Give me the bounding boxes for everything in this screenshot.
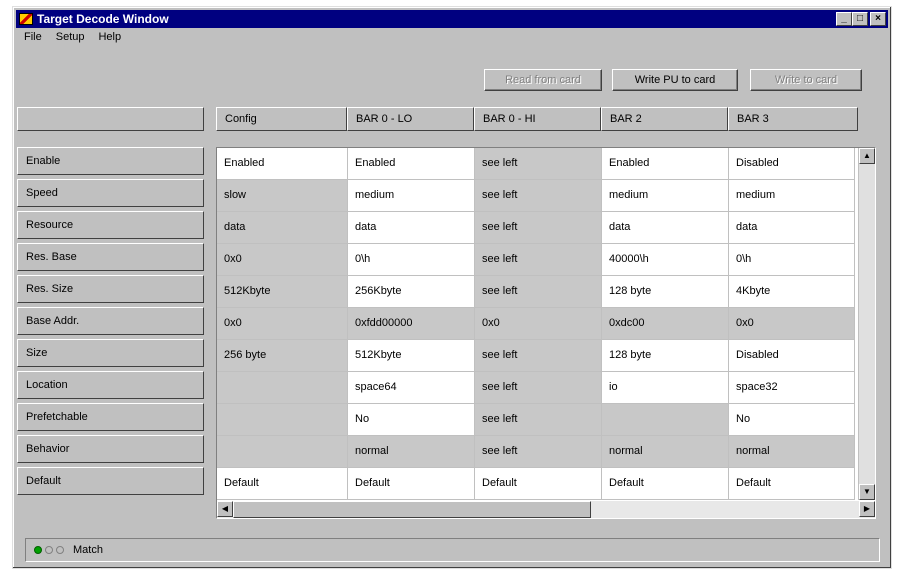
menu-bar: File Setup Help (16, 31, 123, 49)
scroll-left-arrow-icon[interactable]: ◀ (217, 501, 233, 517)
table-cell[interactable]: Default (602, 468, 729, 500)
table-cell[interactable]: 0xdc00 (602, 308, 729, 340)
table-cell[interactable] (217, 436, 348, 468)
table-cell[interactable]: normal (602, 436, 729, 468)
row-header: Behavior (17, 435, 204, 463)
close-button[interactable]: × (870, 12, 886, 26)
table-cell[interactable]: 0xfdd00000 (348, 308, 475, 340)
decode-table: Enabled Enabled see left Enabled Disabled slo… (216, 147, 876, 519)
table-cell[interactable]: Default (729, 468, 855, 500)
table-cell[interactable]: see left (475, 276, 602, 308)
table-cell[interactable]: space64 (348, 372, 475, 404)
table-cell[interactable]: normal (348, 436, 475, 468)
table-cell[interactable]: Default (348, 468, 475, 500)
table-cell[interactable]: 512Kbyte (217, 276, 348, 308)
table-cell[interactable]: 128 byte (602, 276, 729, 308)
scroll-right-arrow-icon[interactable]: ▶ (859, 501, 875, 517)
status-led-icon (56, 546, 64, 554)
table-cell[interactable]: see left (475, 148, 602, 180)
table-cell[interactable]: data (348, 212, 475, 244)
table-cell[interactable] (217, 404, 348, 436)
row-header: Size (17, 339, 204, 367)
table-cell[interactable]: medium (348, 180, 475, 212)
table-cell[interactable]: 512Kbyte (348, 340, 475, 372)
status-bar: Match (25, 538, 880, 562)
row-header: Resource (17, 211, 204, 239)
table-cell[interactable]: medium (602, 180, 729, 212)
table-cell[interactable]: 0x0 (217, 244, 348, 276)
row-header: Speed (17, 179, 204, 207)
table-cell[interactable]: 0x0 (217, 308, 348, 340)
corner-header (17, 107, 204, 131)
table-cell[interactable]: data (729, 212, 855, 244)
read-from-card-button[interactable]: Read from card (484, 69, 602, 91)
table-cell[interactable]: Default (475, 468, 602, 500)
table-cell[interactable]: see left (475, 436, 602, 468)
menu-file[interactable]: File (22, 31, 44, 49)
table-cell[interactable]: medium (729, 180, 855, 212)
row-header: Default (17, 467, 204, 495)
row-header: Res. Base (17, 243, 204, 271)
row-header: Location (17, 371, 204, 399)
table-cell[interactable]: 0x0 (475, 308, 602, 340)
table-cell[interactable]: see left (475, 340, 602, 372)
table-cell[interactable]: data (602, 212, 729, 244)
window-title: Target Decode Window (37, 12, 169, 26)
table-cell[interactable]: normal (729, 436, 855, 468)
column-header[interactable]: BAR 3 (728, 107, 858, 131)
table-cell[interactable]: see left (475, 180, 602, 212)
column-header[interactable]: BAR 2 (601, 107, 728, 131)
table-cell[interactable]: No (348, 404, 475, 436)
table-cell[interactable]: Enabled (602, 148, 729, 180)
column-header[interactable]: Config (216, 107, 347, 131)
table-cell[interactable]: see left (475, 404, 602, 436)
write-to-card-button[interactable]: Write to card (750, 69, 862, 91)
row-header: Res. Size (17, 275, 204, 303)
table-cell[interactable]: 0\h (348, 244, 475, 276)
table-cell[interactable]: 256 byte (217, 340, 348, 372)
horizontal-scrollbar[interactable]: ◀ ▶ (217, 501, 875, 518)
table-cell[interactable]: Enabled (348, 148, 475, 180)
scroll-down-arrow-icon[interactable]: ▼ (859, 484, 875, 500)
row-header: Base Addr. (17, 307, 204, 335)
app-icon (19, 13, 33, 25)
menu-help[interactable]: Help (96, 31, 123, 49)
status-led-green-icon (34, 546, 42, 554)
table-cell[interactable]: 4Kbyte (729, 276, 855, 308)
table-cell[interactable]: 128 byte (602, 340, 729, 372)
scroll-up-arrow-icon[interactable]: ▲ (859, 148, 875, 164)
table-cell[interactable] (602, 404, 729, 436)
title-bar: Target Decode Window _ □ × (16, 10, 888, 28)
table-cell[interactable]: Disabled (729, 148, 855, 180)
table-cell[interactable]: 0\h (729, 244, 855, 276)
table-cell[interactable]: see left (475, 244, 602, 276)
row-header: Enable (17, 147, 204, 175)
vertical-scrollbar[interactable]: ▲ ▼ (858, 148, 875, 500)
table-cell[interactable]: slow (217, 180, 348, 212)
column-header[interactable]: BAR 0 - LO (347, 107, 474, 131)
table-cell[interactable]: io (602, 372, 729, 404)
table-cell[interactable]: Default (217, 468, 348, 500)
table-cell[interactable]: 256Kbyte (348, 276, 475, 308)
table-cell[interactable]: Enabled (217, 148, 348, 180)
status-led-icon (45, 546, 53, 554)
write-pu-to-card-button[interactable]: Write PU to card (612, 69, 738, 91)
table-cell[interactable] (217, 372, 348, 404)
column-header[interactable]: BAR 0 - HI (474, 107, 601, 131)
maximize-button[interactable]: □ (852, 12, 868, 26)
table-cell[interactable]: data (217, 212, 348, 244)
table-cell[interactable]: 0x0 (729, 308, 855, 340)
minimize-button[interactable]: _ (836, 12, 852, 26)
target-decode-window: Target Decode Window _ □ × File Setup He… (12, 6, 892, 569)
table-cell[interactable]: see left (475, 212, 602, 244)
row-header: Prefetchable (17, 403, 204, 431)
table-cell[interactable]: Disabled (729, 340, 855, 372)
table-cell[interactable]: see left (475, 372, 602, 404)
horizontal-scroll-thumb[interactable] (233, 501, 591, 518)
table-cell[interactable]: No (729, 404, 855, 436)
table-cell[interactable]: 40000\h (602, 244, 729, 276)
menu-setup[interactable]: Setup (54, 31, 87, 49)
status-text: Match (73, 544, 103, 556)
table-cell[interactable]: space32 (729, 372, 855, 404)
